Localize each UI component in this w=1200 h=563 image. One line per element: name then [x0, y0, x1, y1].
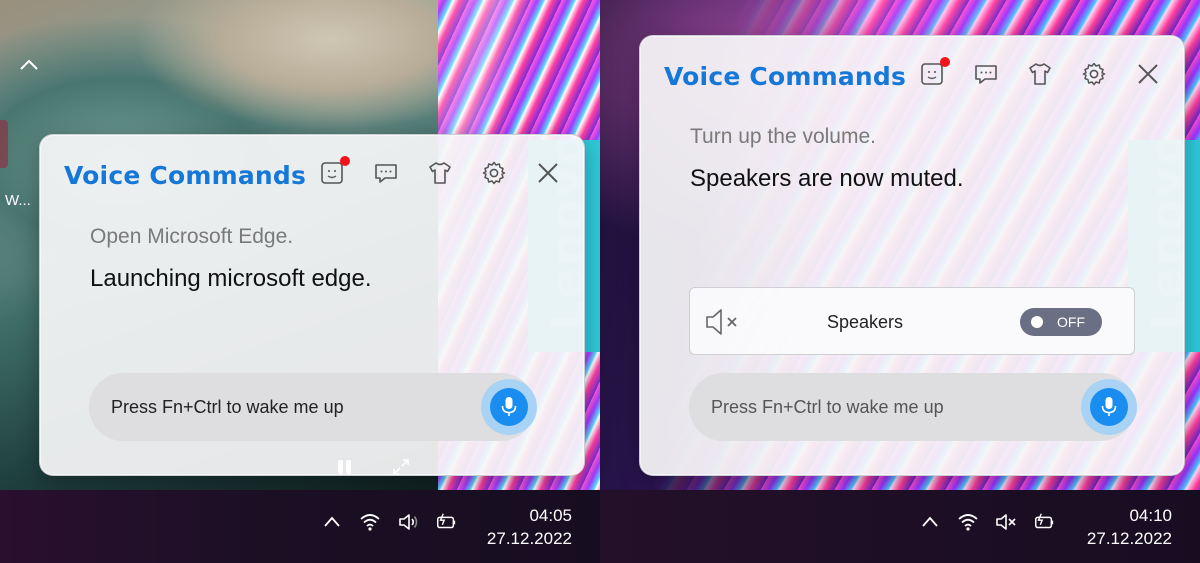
- input-placeholder: Press Fn+Ctrl to wake me up: [111, 396, 344, 417]
- feedback-button[interactable]: [318, 156, 350, 187]
- microphone-icon: [501, 397, 517, 416]
- gear-icon: [482, 161, 506, 185]
- skin-button[interactable]: [1026, 60, 1054, 88]
- microphone-icon: [1101, 397, 1117, 416]
- tshirt-icon: [1029, 63, 1051, 85]
- tshirt-icon: [429, 162, 451, 184]
- user-query-text: Open Microsoft Edge.: [90, 225, 294, 248]
- battery-button[interactable]: [434, 510, 458, 534]
- window-title: Voice Commands: [664, 62, 907, 91]
- voice-commands-window: Voice Commands: [639, 35, 1185, 476]
- speakers-label: Speakers: [827, 312, 904, 332]
- assistant-reply-text: Launching microsoft edge.: [90, 265, 372, 292]
- volume-button[interactable]: [994, 510, 1018, 534]
- window-title: Voice Commands: [64, 161, 307, 190]
- battery-charging-icon: [437, 513, 456, 529]
- assistant-reply-text: Speakers are now muted.: [690, 165, 964, 192]
- chat-bubble-icon: [375, 164, 397, 183]
- taskbar-clock[interactable]: 04:05 27.12.2022: [487, 504, 572, 550]
- input-placeholder: Press Fn+Ctrl to wake me up: [711, 396, 944, 417]
- system-tray: [320, 510, 458, 534]
- screenshot-right: Lenovo Voice Commands: [600, 0, 1200, 563]
- speaker-volume-icon: [399, 514, 418, 530]
- notification-dot: [940, 57, 950, 67]
- chevron-up-icon: [324, 516, 340, 527]
- window-toolbar: [918, 57, 1162, 88]
- speakers-card: Speakers OFF: [689, 287, 1135, 355]
- speaker-muted-icon: [706, 309, 737, 335]
- window-toolbar: [318, 156, 562, 187]
- desktop-icon-label[interactable]: W...: [5, 192, 31, 209]
- voice-input-bar[interactable]: Press Fn+Ctrl to wake me up: [689, 373, 1137, 441]
- clock-date: 27.12.2022: [1086, 529, 1172, 548]
- chevron-up-icon[interactable]: [18, 58, 40, 72]
- volume-button[interactable]: [396, 510, 420, 534]
- screenshot-left: Lenovo W... Voice Commands: [0, 0, 600, 563]
- settings-button[interactable]: [1080, 60, 1108, 88]
- wifi-icon: [958, 514, 978, 531]
- wifi-button[interactable]: [358, 510, 382, 534]
- clock-date: 27.12.2022: [486, 529, 572, 548]
- desktop-app-edge: [0, 120, 8, 168]
- close-icon: [538, 163, 558, 183]
- clock-time: 04:10: [1129, 506, 1172, 525]
- speakers-toggle[interactable]: OFF: [1020, 308, 1102, 336]
- close-button[interactable]: [1134, 60, 1162, 88]
- chat-button[interactable]: [972, 60, 1000, 88]
- expand-icon[interactable]: [391, 457, 411, 477]
- gear-icon: [1082, 62, 1106, 86]
- drag-handle-icon[interactable]: [335, 457, 355, 477]
- close-button[interactable]: [534, 159, 562, 187]
- close-icon: [1138, 64, 1158, 84]
- voice-input-bar[interactable]: Press Fn+Ctrl to wake me up: [89, 373, 537, 441]
- chat-bubble-icon: [975, 65, 997, 84]
- toggle-state-label: OFF: [1057, 314, 1085, 330]
- toggle-knob: [1031, 316, 1043, 328]
- show-hidden-icons-button[interactable]: [320, 510, 344, 534]
- taskbar-clock[interactable]: 04:10 27.12.2022: [1087, 504, 1172, 550]
- speaker-muted-icon: [996, 514, 1016, 530]
- chevron-up-icon: [922, 516, 938, 527]
- notification-dot: [340, 156, 350, 166]
- show-hidden-icons-button[interactable]: [918, 510, 942, 534]
- system-tray: [918, 510, 1056, 534]
- microphone-button[interactable]: [481, 379, 537, 435]
- voice-commands-window: Voice Commands: [39, 134, 585, 476]
- settings-button[interactable]: [480, 159, 508, 187]
- feedback-button[interactable]: [918, 57, 950, 88]
- window-handle-icons: [335, 457, 411, 477]
- wifi-button[interactable]: [956, 510, 980, 534]
- skin-button[interactable]: [426, 159, 454, 187]
- chat-button[interactable]: [372, 159, 400, 187]
- user-query-text: Turn up the volume.: [690, 125, 876, 148]
- wifi-icon: [360, 514, 380, 531]
- battery-button[interactable]: [1032, 510, 1056, 534]
- battery-charging-icon: [1035, 513, 1054, 529]
- clock-time: 04:05: [529, 506, 572, 525]
- microphone-button[interactable]: [1081, 379, 1137, 435]
